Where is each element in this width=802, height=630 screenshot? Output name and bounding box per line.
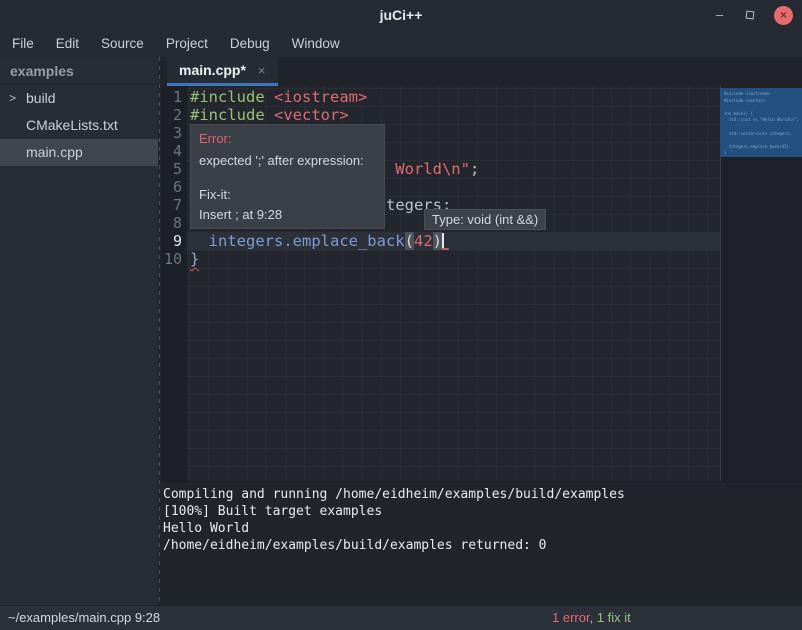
line-number: 5 <box>161 160 187 178</box>
close-button[interactable]: × <box>774 6 793 25</box>
code-segment-paren: ) <box>433 232 442 250</box>
minimap-line: int main() { <box>724 111 802 118</box>
minimap-line: std::vector<int> integers; <box>724 131 802 138</box>
file-label: build <box>26 90 56 106</box>
restore-button[interactable] <box>741 7 758 24</box>
code-segment-func: integers.emplace_back <box>209 232 405 250</box>
code-segment-string: <vector> <box>274 106 349 124</box>
pane-separator[interactable] <box>159 57 160 605</box>
type-tooltip: Type: void (int &&) <box>424 209 546 230</box>
terminal-output-line: [100%] Built target examples <box>163 503 802 520</box>
error-tooltip-message: expected ';' after expression: <box>199 150 376 172</box>
file-label: CMakeLists.txt <box>26 117 118 133</box>
line-number: 4 <box>161 142 187 160</box>
menu-bar: FileEditSourceProjectDebugWindow <box>0 30 802 57</box>
code-line[interactable]: #include <iostream> <box>187 88 367 106</box>
minimap-line: #include <iostream> <box>724 91 802 98</box>
sidebar-item-cmakelists-txt[interactable]: CMakeLists.txt <box>0 112 158 139</box>
chevron-right-icon[interactable]: > <box>9 85 16 112</box>
line-number: 7 <box>161 196 187 214</box>
tab-label: main.cpp* <box>179 62 246 78</box>
error-tooltip-title: Error: <box>199 128 376 150</box>
code-line[interactable]: #include <vector> <box>187 106 349 124</box>
sidebar-item-build[interactable]: > build <box>0 85 158 112</box>
project-name-header: examples <box>0 57 158 85</box>
menu-window[interactable]: Window <box>281 30 351 57</box>
window-title: juCi++ <box>0 0 802 30</box>
minimap-line: std::cout << "Hello World\n"; <box>724 117 802 124</box>
title-bar: juCi++ – × <box>0 0 802 30</box>
code-line[interactable]: integers.emplace_back(42) <box>187 232 444 250</box>
fixit-text: Insert ; at 9:28 <box>199 205 376 225</box>
line-number: 2 <box>161 106 187 124</box>
line-number: 9 <box>161 232 187 250</box>
status-separator: , <box>590 610 597 625</box>
code-segment-plain <box>190 232 209 250</box>
terminal-pane[interactable]: Compiling and running /home/eidheim/exam… <box>161 482 802 605</box>
status-fixit-count: 1 fix it <box>597 610 631 625</box>
minimap-line <box>724 104 802 111</box>
error-underline-mark <box>442 248 449 250</box>
code-segment-plain: ; <box>470 160 479 178</box>
menu-edit[interactable]: Edit <box>45 30 90 57</box>
code-segment-paren: ( <box>405 232 414 250</box>
code-segment-string: <iostream> <box>274 88 367 106</box>
text-cursor <box>442 233 444 249</box>
code-segment-preproc: #include <box>190 106 274 124</box>
code-segment-preproc: #include <box>190 88 274 106</box>
minimap-line: } <box>724 150 802 157</box>
tab-strip: main.cpp* × <box>161 57 802 86</box>
status-bar: ~/examples/main.cpp 9:28 1 error, 1 fix … <box>0 605 802 630</box>
line-number: 3 <box>161 124 187 142</box>
code-line[interactable]: } <box>187 250 199 268</box>
menu-source[interactable]: Source <box>90 30 155 57</box>
tab-close-icon[interactable]: × <box>258 63 266 78</box>
minimap-line <box>724 124 802 131</box>
minimap-line: integers.emplace_back(42) <box>724 144 802 151</box>
terminal-output-line: /home/eidheim/examples/build/examples re… <box>163 537 802 554</box>
terminal-output-line: Hello World <box>163 520 802 537</box>
line-number: 8 <box>161 214 187 232</box>
menu-file[interactable]: File <box>1 30 45 57</box>
menu-project[interactable]: Project <box>155 30 219 57</box>
minimap-line <box>724 137 802 144</box>
tab-main-cpp[interactable]: main.cpp* × <box>167 57 278 86</box>
status-file-location: ~/examples/main.cpp 9:28 <box>8 606 160 630</box>
fixit-title: Fix-it: <box>199 185 376 205</box>
code-segment-number: 42 <box>414 232 433 250</box>
status-error-count: 1 error <box>552 610 590 625</box>
gutter: 12345678910 <box>161 86 187 481</box>
status-diagnostics: 1 error, 1 fix it <box>552 606 631 630</box>
restore-icon <box>745 11 754 20</box>
line-number: 1 <box>161 88 187 106</box>
minimap-line: #include <vector> <box>724 98 802 105</box>
file-label: main.cpp <box>26 144 83 160</box>
line-number: 10 <box>161 250 187 268</box>
minimize-button[interactable]: – <box>711 7 728 24</box>
line-number: 6 <box>161 178 187 196</box>
error-tooltip: Error: expected ';' after expression: Fi… <box>190 124 385 229</box>
minimap[interactable]: #include <iostream>#include <vector> int… <box>720 88 802 157</box>
file-browser-sidebar: examples > build CMakeLists.txt main.cpp <box>0 57 158 605</box>
file-tree: > build CMakeLists.txt main.cpp <box>0 85 158 166</box>
sidebar-item-main-cpp[interactable]: main.cpp <box>0 139 158 166</box>
tooltip-spacer <box>199 172 376 185</box>
menu-debug[interactable]: Debug <box>219 30 281 57</box>
terminal-output-line: Compiling and running /home/eidheim/exam… <box>163 486 802 503</box>
code-segment-brace-error: } <box>190 250 199 268</box>
